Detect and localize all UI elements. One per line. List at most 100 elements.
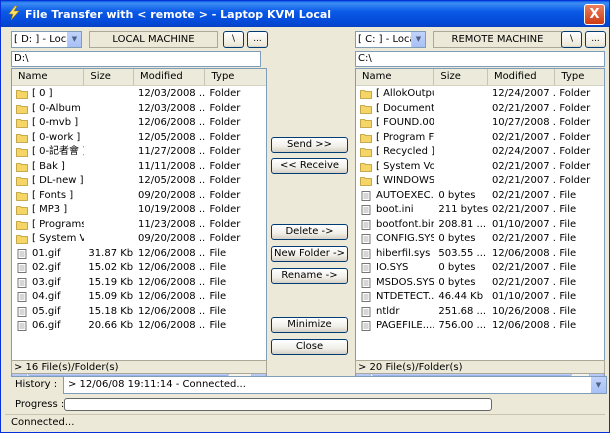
delete-button[interactable]: Delete -> xyxy=(271,224,348,240)
window-close-button[interactable]: X xyxy=(584,4,605,25)
file-name: [ AllokOutput ] xyxy=(376,88,434,99)
cell-size: 756.00 ... xyxy=(438,320,487,331)
list-item[interactable]: boot.ini 211 bytes 02/21/2007 ... File xyxy=(356,203,604,218)
list-item[interactable]: [ 0-記者會 ] 11/27/2008 ... Folder xyxy=(12,145,266,160)
cell-size xyxy=(434,174,488,189)
column-type[interactable]: Type xyxy=(205,69,266,85)
folder-icon xyxy=(360,90,372,100)
column-name[interactable]: Name xyxy=(12,69,85,85)
receive-button[interactable]: << Receive xyxy=(271,158,348,174)
column-size[interactable]: Size xyxy=(84,69,135,85)
list-item[interactable]: [ Documents... 02/21/2007 ...Folder xyxy=(356,102,604,117)
column-modified[interactable]: Modified xyxy=(488,69,556,85)
list-item[interactable]: [ Bak ] 11/11/2008 ... Folder xyxy=(12,160,266,175)
list-item[interactable]: bootfont.bin 208.81 ... 01/10/2007 ... File xyxy=(356,218,604,233)
send-button[interactable]: Send >> xyxy=(271,137,348,153)
file-name: MSDOS.SYS xyxy=(376,276,435,288)
list-item[interactable]: [ System Vol... 02/21/2007 ...Folder xyxy=(356,160,604,175)
list-item[interactable]: MSDOS.SYS 0 bytes 02/21/2007 ... File xyxy=(356,276,604,291)
list-item[interactable]: [ System V... 09/20/2008 ...Folder xyxy=(12,232,266,247)
cell-modified: 01/10/2007 ... xyxy=(491,218,556,230)
local-path: D:\ xyxy=(11,51,261,67)
close-button[interactable]: Close xyxy=(271,339,348,355)
cell-modified: 12/06/2008 ... xyxy=(138,247,206,259)
history-select[interactable]: > 12/06/08 19:11:14 - Connected... ▼ xyxy=(63,376,607,394)
file-name: [ Bak ] xyxy=(32,160,65,172)
cell-modified: 12/06/2008 ... xyxy=(138,305,206,317)
list-item[interactable]: PAGEFILE.... 756.00 ... 12/06/2008 ... File xyxy=(356,319,604,334)
list-item[interactable]: [ 0-work ] 12/05/2008 ... Folder xyxy=(12,131,266,146)
list-item[interactable]: [ DL-new ] 12/05/2008 ... Folder xyxy=(12,174,266,189)
remote-machine-label: REMOTE MACHINE xyxy=(433,31,562,48)
list-item[interactable]: ntldr 251.68 ... 10/26/2008 ... File xyxy=(356,305,604,320)
cell-name: [ Fonts ] xyxy=(12,189,84,204)
list-item[interactable]: 06.gif 20.66 Kb 12/06/2008 ... File xyxy=(12,319,266,334)
list-item[interactable]: CONFIG.SYS 0 bytes 02/21/2007 ... File xyxy=(356,232,604,247)
list-item[interactable]: [ FOUND.00... 10/27/2008 ...Folder xyxy=(356,116,604,131)
column-size[interactable]: Size xyxy=(434,69,488,85)
cell-name: [ 0-記者會 ] xyxy=(12,145,84,160)
list-item[interactable]: [ Fonts ] 09/20/2008 ... Folder xyxy=(12,189,266,204)
list-item[interactable]: [ 0 ] 12/03/2008 ... Folder xyxy=(12,87,266,102)
cell-name: [ 0-work ] xyxy=(12,131,84,146)
cell-name: [ System V... xyxy=(12,232,84,247)
file-icon xyxy=(361,263,371,274)
cell-name: MSDOS.SYS xyxy=(356,276,434,291)
chevron-down-icon[interactable]: ▼ xyxy=(67,32,81,47)
window-title: File Transfer with < remote > - Laptop K… xyxy=(25,7,332,21)
list-item[interactable]: 05.gif 15.18 Kb 12/06/2008 ... File xyxy=(12,305,266,320)
list-item[interactable]: NTDETECT.... 46.44 Kb 01/10/2007 ... File xyxy=(356,290,604,305)
remote-root-button[interactable]: \ xyxy=(561,31,582,48)
rename-button[interactable]: Rename -> xyxy=(271,268,348,284)
cell-modified: 11/23/2008 ... xyxy=(138,218,206,230)
column-modified[interactable]: Modified xyxy=(134,69,206,85)
list-item[interactable]: [ 0-mvb ] 12/06/2008 ... Folder xyxy=(12,116,266,131)
cell-modified: 12/06/2008 ... xyxy=(491,320,556,331)
list-item[interactable]: 03.gif 15.19 Kb 12/06/2008 ... File xyxy=(12,276,266,291)
list-item[interactable]: [ Recycled ] 02/24/2007 ... Folder xyxy=(356,145,604,160)
list-item[interactable]: [ 0-Album ] 12/03/2008 ... Folder xyxy=(12,102,266,117)
local-drive-select[interactable]: [ D: ] - Local ▼ xyxy=(11,31,82,48)
new-folder-button[interactable]: New Folder -> xyxy=(271,246,348,262)
folder-icon xyxy=(16,177,28,187)
column-type[interactable]: Type xyxy=(555,69,604,85)
cell-type: Folder xyxy=(559,175,591,186)
cell-modified: 12/06/2008 ... xyxy=(138,262,206,273)
list-item[interactable]: AUTOEXEC.... 0 bytes 02/21/2007 ...File xyxy=(356,189,604,204)
list-item[interactable]: [ Programs ] 11/23/2008 ...Folder xyxy=(12,218,266,233)
cell-size xyxy=(84,145,134,160)
cell-modified: 02/21/2007 ... xyxy=(491,233,556,244)
cell-size: 0 bytes xyxy=(438,233,476,244)
list-item[interactable]: [ Program Fil... 02/21/2007 ...Folder xyxy=(356,131,604,146)
file-name: [ Programs ] xyxy=(32,218,85,230)
cell-type: Folder xyxy=(559,117,591,128)
cell-name: PAGEFILE.... xyxy=(356,319,434,334)
chevron-down-icon[interactable]: ▼ xyxy=(591,377,606,393)
folder-icon xyxy=(16,206,28,216)
list-item[interactable]: 01.gif 31.87 Kb 12/06/2008 ... File xyxy=(12,247,266,262)
remote-drive-select[interactable]: [ C: ] - Local ▼ xyxy=(355,31,426,48)
list-item[interactable]: 04.gif 15.09 Kb 12/06/2008 ... File xyxy=(12,290,266,305)
column-name[interactable]: Name xyxy=(356,69,435,85)
list-item[interactable]: [ AllokOutput ] 12/24/2007 ...Folder xyxy=(356,87,604,102)
chevron-down-icon[interactable]: ▼ xyxy=(411,32,425,47)
local-root-button[interactable]: \ xyxy=(223,31,244,48)
cell-name: 06.gif xyxy=(12,319,84,334)
remote-file-list[interactable]: Name Size Modified Type [ AllokOutput ] 1… xyxy=(355,68,605,377)
title-bar[interactable]: File Transfer with < remote > - Laptop K… xyxy=(1,1,609,27)
remote-path: C:\ xyxy=(355,51,605,67)
cell-modified: 02/21/2007 ... xyxy=(491,262,556,273)
list-item[interactable]: hiberfil.sys 503.55 ... 12/06/2008 ... File xyxy=(356,247,604,262)
list-item[interactable]: IO.SYS 0 bytes 02/21/2007 ... File xyxy=(356,261,604,276)
remote-browse-button[interactable]: ... xyxy=(585,31,606,48)
minimize-button[interactable]: Minimize xyxy=(271,317,348,333)
list-item[interactable]: [ WINDOWS ] 02/21/2007 ...Folder xyxy=(356,174,604,189)
list-item[interactable]: [ MP3 ] 10/19/2008 ... Folder xyxy=(12,203,266,218)
cell-name: [ 0-mvb ] xyxy=(12,116,84,131)
local-browse-button[interactable]: ... xyxy=(247,31,268,48)
file-icon xyxy=(361,321,371,332)
file-name: CONFIG.SYS xyxy=(376,233,435,244)
file-icon xyxy=(361,306,371,317)
list-item[interactable]: 02.gif 15.02 Kb 12/06/2008 ... File xyxy=(12,261,266,276)
local-file-list[interactable]: Name Size Modified Type [ 0 ] 12/03/2008 … xyxy=(11,68,267,377)
